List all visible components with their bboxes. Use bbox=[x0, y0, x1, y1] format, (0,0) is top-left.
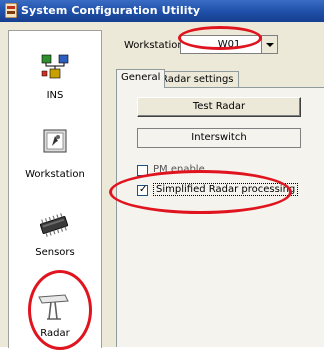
tab-general[interactable]: General bbox=[116, 69, 166, 88]
highlight-oval-radar bbox=[28, 270, 92, 350]
button-label: Interswitch bbox=[191, 132, 247, 143]
highlight-oval-simplified bbox=[109, 170, 292, 214]
interswitch-button[interactable]: Interswitch bbox=[137, 128, 301, 148]
window-title: System Configuration Utility bbox=[21, 4, 201, 17]
highlight-oval-workstation bbox=[178, 26, 262, 50]
tab-label: Radar settings bbox=[161, 74, 234, 85]
chevron-down-icon[interactable] bbox=[261, 36, 277, 53]
tab-radar-settings[interactable]: Radar settings bbox=[156, 71, 239, 88]
main-window: INS Workstation Sensors Radar Workstatio… bbox=[0, 22, 324, 350]
sidebar-item-ins[interactable]: INS bbox=[9, 45, 101, 105]
network-icon bbox=[41, 54, 69, 79]
test-radar-button[interactable]: Test Radar bbox=[137, 97, 301, 117]
title-bar[interactable]: System Configuration Utility bbox=[0, 0, 324, 22]
sidebar-item-label: INS bbox=[46, 90, 64, 101]
sidebar-item-label: Workstation bbox=[25, 169, 85, 180]
app-icon bbox=[5, 3, 17, 18]
sidebar-item-label: Sensors bbox=[35, 247, 75, 258]
sensor-chip-icon bbox=[39, 213, 69, 237]
sidebar-item-workstation[interactable]: Workstation bbox=[9, 125, 101, 185]
button-label: Test Radar bbox=[192, 101, 246, 112]
tab-label: General bbox=[121, 72, 161, 83]
sidebar-item-sensors[interactable]: Sensors bbox=[9, 203, 101, 265]
workstation-label: Workstation bbox=[124, 40, 184, 51]
workstation-icon bbox=[43, 129, 67, 153]
general-tab-panel: Test Radar Interswitch PM enable ✓ Simpl… bbox=[116, 87, 324, 347]
